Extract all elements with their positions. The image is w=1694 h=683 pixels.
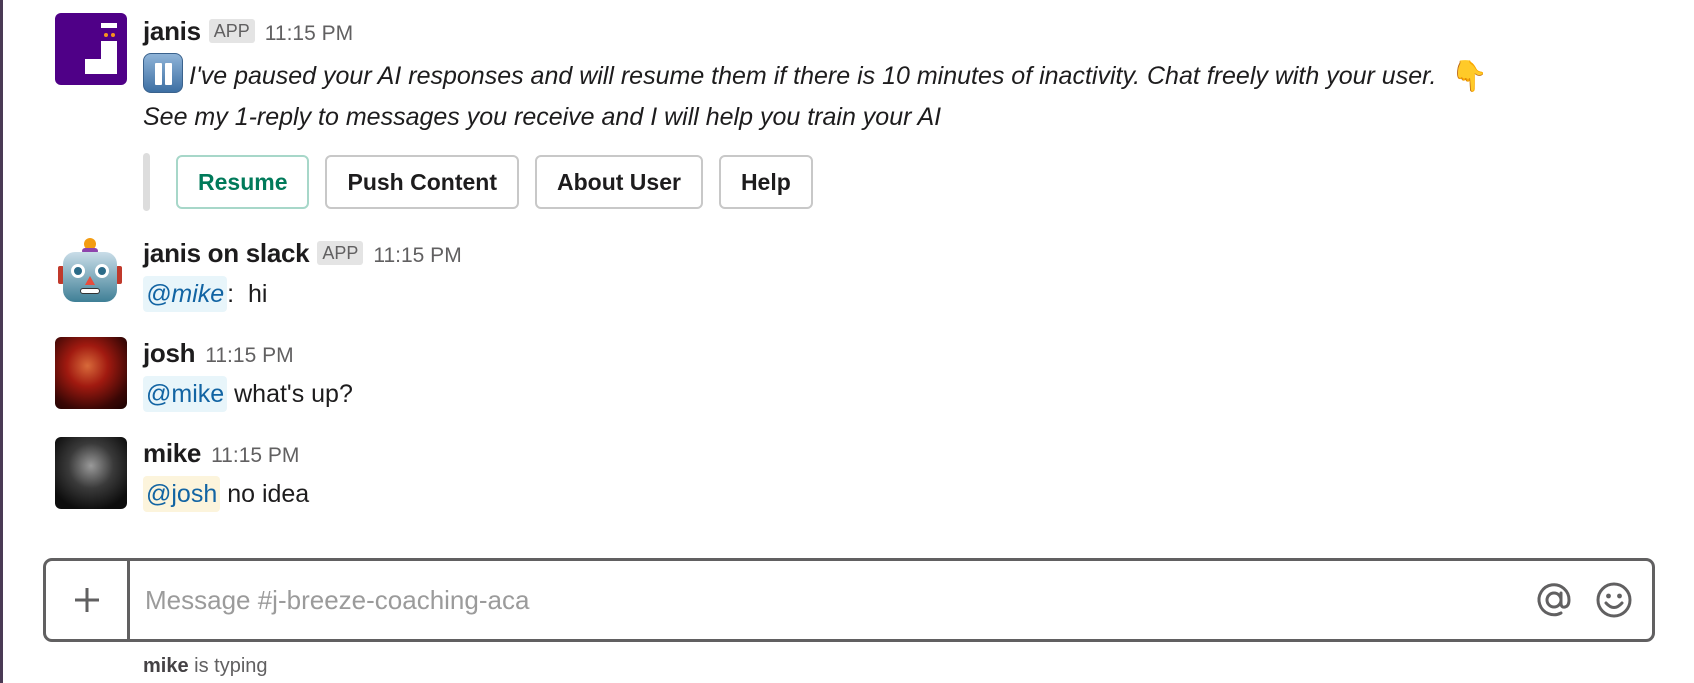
emoji-icon	[1596, 582, 1632, 618]
message-line-2: See my 1-reply to messages you receive a…	[143, 103, 942, 131]
message-header: janis APP 11:15 PM	[143, 16, 1654, 46]
message-body: @mike: hi	[143, 274, 1654, 314]
mike-avatar[interactable]	[55, 437, 127, 509]
message-header: josh 11:15 PM	[143, 338, 1654, 368]
message-content: mike 11:15 PM @josh no idea	[143, 438, 1654, 514]
user-mention[interactable]: @mike	[143, 376, 228, 412]
plus-icon	[74, 588, 99, 612]
resume-button[interactable]: Resume	[176, 155, 310, 209]
push-content-button[interactable]: Push Content	[325, 155, 519, 209]
robot-mouth	[80, 288, 100, 294]
janis-logo-foot	[85, 59, 117, 74]
message-body: @josh no idea	[143, 474, 1654, 514]
help-button[interactable]: Help	[718, 155, 813, 209]
message-attachment: Resume Push Content About User Help	[143, 153, 829, 211]
user-mention[interactable]: @mike	[143, 276, 228, 312]
janis-logo-dot	[111, 33, 115, 37]
robot-eye	[71, 264, 85, 278]
message-content: janis APP 11:15 PM I've paused your AI r…	[143, 16, 1654, 137]
emoji-button[interactable]	[1592, 578, 1636, 622]
message-content: janis on slack APP 11:15 PM @mike: hi	[143, 238, 1654, 314]
user-mention[interactable]: @josh	[143, 476, 221, 512]
attach-button[interactable]	[46, 561, 130, 639]
message-text: no idea	[220, 480, 310, 508]
pause-button-emoji-icon	[143, 53, 183, 93]
message-line-1: I've paused your AI responses and will r…	[143, 53, 1654, 97]
about-user-button[interactable]: About User	[534, 155, 703, 209]
message-header: janis on slack APP 11:15 PM	[143, 238, 1654, 268]
message-text: : hi	[227, 280, 268, 308]
typing-indicator: mike is typing	[143, 655, 268, 678]
attachment-bar	[143, 153, 150, 211]
mention-button[interactable]	[1532, 578, 1576, 622]
janis-avatar[interactable]	[55, 13, 127, 85]
sender-name[interactable]: josh	[143, 338, 196, 369]
robot-nose	[85, 276, 95, 285]
message-content: josh 11:15 PM @mike what's up?	[143, 338, 1654, 414]
message-body: @mike what's up?	[143, 374, 1654, 414]
app-badge: APP	[317, 241, 364, 265]
timestamp[interactable]: 11:15 PM	[211, 444, 299, 468]
typing-user: mike	[143, 655, 189, 677]
janis-logo-bar	[101, 23, 117, 28]
robot-avatar[interactable]	[57, 238, 123, 304]
sender-name[interactable]: janis on slack	[143, 238, 310, 269]
sidebar-edge	[0, 0, 3, 683]
message-header: mike 11:15 PM	[143, 438, 1654, 468]
message-text: what's up?	[227, 380, 353, 408]
robot-eye	[95, 264, 109, 278]
message-input[interactable]	[130, 561, 1532, 639]
app-badge: APP	[208, 19, 255, 43]
sender-name[interactable]: mike	[143, 438, 201, 469]
josh-avatar[interactable]	[55, 337, 127, 409]
timestamp[interactable]: 11:15 PM	[205, 344, 293, 368]
message-text: I've paused your AI responses and will r…	[189, 62, 1437, 90]
message-composer	[43, 558, 1655, 642]
at-icon	[1537, 583, 1571, 617]
janis-logo-dot	[104, 33, 108, 37]
typing-text: is typing	[188, 655, 268, 677]
sender-name[interactable]: janis	[143, 16, 201, 47]
pointing-down-emoji-icon: 👇	[1450, 60, 1488, 93]
timestamp[interactable]: 11:15 PM	[373, 244, 461, 268]
timestamp[interactable]: 11:15 PM	[265, 22, 353, 46]
